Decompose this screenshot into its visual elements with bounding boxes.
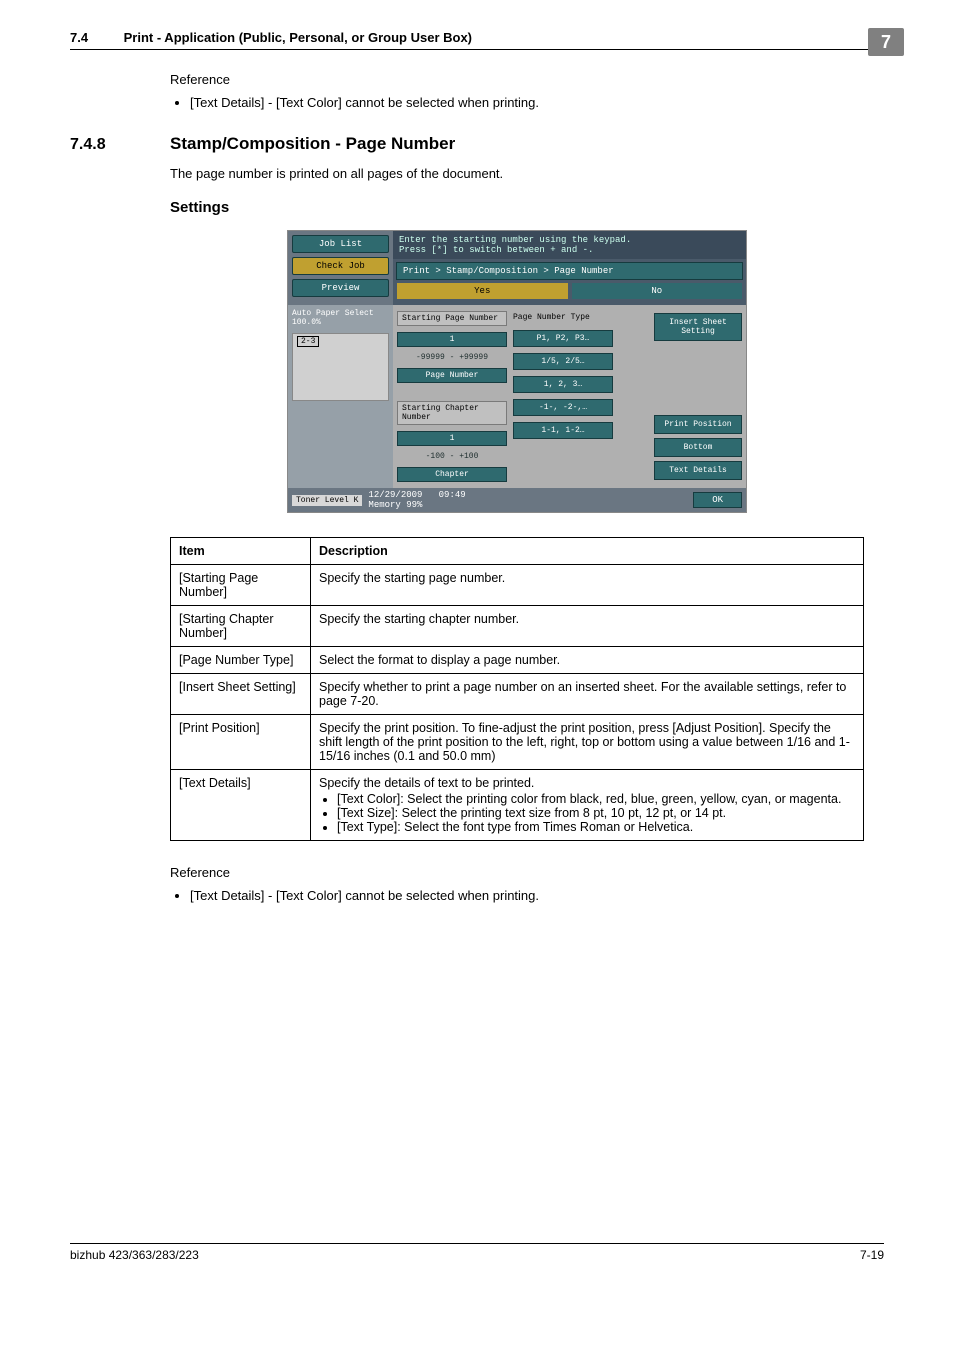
settings-heading: Settings (170, 199, 864, 216)
table-row: [Starting Chapter Number] Specify the st… (171, 606, 864, 647)
page-running-header: 7.4 Print - Application (Public, Persona… (70, 30, 884, 50)
table-row: [Insert Sheet Setting] Specify whether t… (171, 674, 864, 715)
breadcrumb: Print > Stamp/Composition > Page Number (396, 262, 743, 280)
chapter-button[interactable]: Chapter (397, 467, 507, 482)
item-description-table: Item Description [Starting Page Number] … (170, 537, 864, 841)
text-details-button[interactable]: Text Details (654, 461, 742, 480)
reference-2-item: [Text Details] - [Text Color] cannot be … (190, 888, 864, 903)
job-list-button[interactable]: Job List (292, 235, 389, 253)
preview-button[interactable]: Preview (292, 279, 389, 297)
table-row: [Text Details] Specify the details of te… (171, 770, 864, 841)
starting-page-range: -99999 - +99999 (397, 353, 507, 362)
starting-page-number-value[interactable]: 1 (397, 332, 507, 347)
page-number-type-option-1[interactable]: P1, P2, P3… (513, 330, 613, 347)
starting-chapter-number-label: Starting Chapter Number (397, 401, 507, 425)
page-number-type-option-4[interactable]: -1-, -2-,… (513, 399, 613, 416)
status-time: 09:49 (439, 490, 466, 500)
check-job-button[interactable]: Check Job (292, 257, 389, 275)
footer-product: bizhub 423/363/283/223 (70, 1248, 199, 1262)
paper-preview-label: 2-3 (297, 336, 319, 347)
table-row: [Page Number Type] Select the format to … (171, 647, 864, 674)
page-number-button[interactable]: Page Number (397, 368, 507, 383)
toner-level-readout: Toner Level K (292, 495, 362, 506)
paper-preview-thumbnail: 2-3 (292, 333, 389, 401)
footer-page-number: 7-19 (860, 1248, 884, 1262)
table-row: [Starting Page Number] Specify the start… (171, 565, 864, 606)
status-date: 12/29/2009 (368, 490, 422, 500)
table-header-item: Item (171, 538, 311, 565)
insert-sheet-setting-button[interactable]: Insert Sheet Setting (654, 313, 742, 341)
starting-page-number-label: Starting Page Number (397, 311, 507, 326)
page-number-type-option-2[interactable]: 1/5, 2/5… (513, 353, 613, 370)
auto-paper-select-readout: Auto Paper Select 100.0% (292, 309, 389, 327)
section-number: 7.4.8 (70, 136, 170, 154)
page-number-type-label: Page Number Type (513, 311, 613, 324)
instruction-line-1: Enter the starting number using the keyp… (399, 235, 740, 245)
instruction-line-2: Press [*] to switch between + and -. (399, 245, 740, 255)
reference-heading-1: Reference (170, 72, 864, 87)
reference-1-item: [Text Details] - [Text Color] cannot be … (190, 95, 864, 110)
section-title: Stamp/Composition - Page Number (170, 134, 455, 154)
tab-no[interactable]: No (572, 283, 743, 299)
page-number-type-option-5[interactable]: 1-1, 1-2… (513, 422, 613, 439)
chapter-corner-tab: 7 (868, 28, 904, 56)
tab-yes[interactable]: Yes (397, 283, 568, 299)
status-memory: Memory 99% (368, 500, 422, 510)
header-section-title: Print - Application (Public, Personal, o… (124, 30, 472, 45)
print-position-button[interactable]: Print Position (654, 415, 742, 434)
page-number-type-option-3[interactable]: 1, 2, 3… (513, 376, 613, 393)
starting-chapter-range: -100 - +100 (397, 452, 507, 461)
header-section-number: 7.4 (70, 30, 120, 45)
reference-heading-2: Reference (170, 865, 864, 880)
ok-button[interactable]: OK (693, 492, 742, 508)
device-screenshot: Job List Check Job Preview Enter the sta… (287, 230, 747, 513)
print-position-bottom-button[interactable]: Bottom (654, 438, 742, 457)
table-row: [Print Position] Specify the print posit… (171, 715, 864, 770)
section-intro: The page number is printed on all pages … (170, 166, 864, 181)
table-header-description: Description (311, 538, 864, 565)
starting-chapter-number-value[interactable]: 1 (397, 431, 507, 446)
